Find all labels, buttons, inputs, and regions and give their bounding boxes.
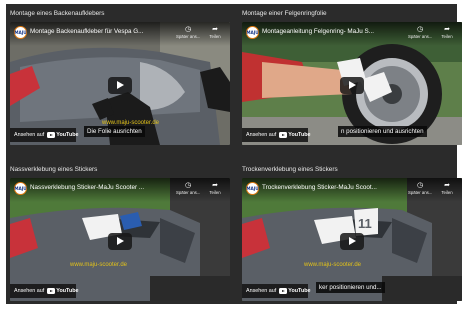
youtube-wordmark: YouTube — [288, 288, 311, 294]
video-title[interactable]: Montage Backenaufkleber für Vespa G... — [30, 27, 170, 36]
watch-on-youtube-button[interactable]: Ansehen auf YouTube — [10, 128, 79, 142]
share-button[interactable]: ➦ Teilen — [435, 181, 459, 196]
watch-later-label: Später ans... — [176, 34, 201, 39]
watch-on-label: Ansehen auf — [14, 132, 45, 138]
youtube-logo: YouTube — [47, 132, 79, 138]
watch-later-label: Später ans... — [408, 34, 433, 39]
watch-later-label: Später ans... — [408, 190, 433, 195]
share-icon: ➦ — [212, 181, 218, 189]
youtube-logo: YouTube — [279, 288, 311, 294]
video-player[interactable]: www.maju-scooter.de MAJU Montage Backena… — [10, 22, 230, 145]
channel-avatar[interactable]: MAJU — [246, 26, 259, 39]
youtube-play-icon — [279, 288, 288, 294]
sticker-number: 11 — [358, 216, 372, 231]
play-button[interactable] — [108, 233, 132, 250]
share-button[interactable]: ➦ Teilen — [203, 181, 227, 196]
video-gallery: Montage eines Backenaufklebers www.maju-… — [6, 4, 462, 304]
share-icon: ➦ — [444, 25, 450, 33]
watch-on-youtube-button[interactable]: Ansehen auf YouTube — [10, 284, 79, 298]
watch-on-label: Ansehen auf — [14, 288, 45, 294]
share-button[interactable]: ➦ Teilen — [435, 25, 459, 40]
watch-on-label: Ansehen auf — [246, 288, 277, 294]
video-title[interactable]: Trockenverklebung Sticker-MaJu Scoot... — [262, 183, 402, 192]
youtube-play-icon — [47, 288, 56, 294]
play-button[interactable] — [340, 77, 364, 94]
watch-later-label: Später ans... — [176, 190, 201, 195]
video-player[interactable]: www.maju-scooter.de MAJU Nassverklebung … — [10, 178, 230, 301]
subtitle-caption: ker positionieren und... — [316, 282, 385, 293]
video-section-title: Montage eines Backenaufklebers — [10, 10, 105, 17]
youtube-logo: YouTube — [279, 132, 311, 138]
watch-on-label: Ansehen auf — [246, 132, 277, 138]
share-label: Teilen — [441, 34, 453, 39]
youtube-play-icon — [47, 132, 56, 138]
clock-icon: ◷ — [184, 181, 192, 189]
watch-later-button[interactable]: ◷ Später ans... — [176, 181, 200, 196]
website-lettering: www.maju-scooter.de — [69, 262, 128, 268]
play-button[interactable] — [108, 77, 132, 94]
play-button[interactable] — [340, 233, 364, 250]
subtitle-caption: Die Folie ausrichten — [84, 126, 145, 137]
video-title[interactable]: Montageanleitung Felgenring- MaJu S... — [262, 27, 402, 36]
video-section-title: Nassverklebung eines Stickers — [10, 166, 98, 173]
youtube-logo: YouTube — [47, 288, 79, 294]
share-label: Teilen — [209, 34, 221, 39]
share-label: Teilen — [441, 190, 453, 195]
share-icon: ➦ — [212, 25, 218, 33]
clock-icon: ◷ — [416, 25, 424, 33]
channel-avatar[interactable]: MAJU — [14, 26, 27, 39]
website-lettering: www.maju-scooter.de — [303, 262, 362, 268]
watch-later-button[interactable]: ◷ Später ans... — [408, 25, 432, 40]
video-section-title: Trockenverklebung eines Stickers — [242, 166, 338, 173]
video-player[interactable]: 11 www.maju-scooter.de MAJU Trockenverkl… — [242, 178, 462, 301]
youtube-wordmark: YouTube — [56, 288, 79, 294]
share-button[interactable]: ➦ Teilen — [203, 25, 227, 40]
clock-icon: ◷ — [184, 25, 192, 33]
share-label: Teilen — [209, 190, 221, 195]
share-icon: ➦ — [444, 181, 450, 189]
video-title[interactable]: Nassverklebung Sticker-MaJu Scooter ... — [30, 183, 170, 192]
youtube-play-icon — [279, 132, 288, 138]
watch-on-youtube-button[interactable]: Ansehen auf YouTube — [242, 284, 311, 298]
youtube-wordmark: YouTube — [288, 132, 311, 138]
subtitle-caption: n positionieren und ausrichten — [338, 126, 427, 137]
video-player[interactable]: MAJU Montageanleitung Felgenring- MaJu S… — [242, 22, 462, 145]
channel-avatar[interactable]: MAJU — [14, 182, 27, 195]
channel-avatar[interactable]: MAJU — [246, 182, 259, 195]
youtube-wordmark: YouTube — [56, 132, 79, 138]
watch-on-youtube-button[interactable]: Ansehen auf YouTube — [242, 128, 311, 142]
video-section-title: Montage einer Felgenringfolie — [242, 10, 327, 17]
watch-later-button[interactable]: ◷ Später ans... — [408, 181, 432, 196]
clock-icon: ◷ — [416, 181, 424, 189]
watch-later-button[interactable]: ◷ Später ans... — [176, 25, 200, 40]
